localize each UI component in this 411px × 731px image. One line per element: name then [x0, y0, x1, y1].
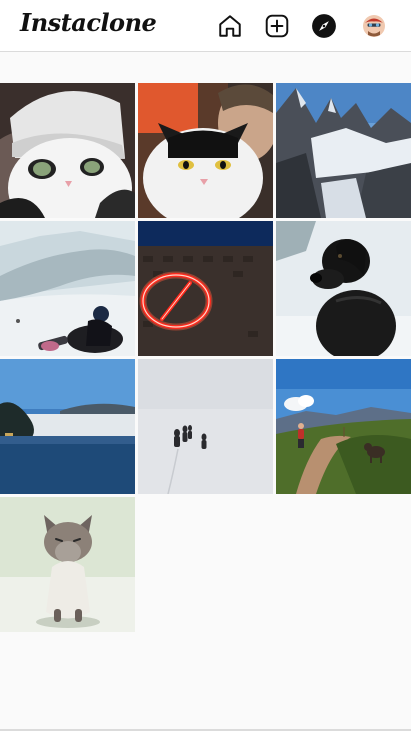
nav-icons: [215, 11, 391, 41]
post-thumbnail[interactable]: [276, 83, 411, 218]
top-bar: Instaclone: [0, 0, 411, 52]
post-thumbnail[interactable]: [0, 221, 135, 356]
new-post-icon[interactable]: [262, 11, 292, 41]
post-thumbnail[interactable]: [138, 83, 273, 218]
post-thumbnail[interactable]: [0, 359, 135, 494]
post-thumbnail[interactable]: [276, 359, 411, 494]
post-thumbnail[interactable]: [276, 221, 411, 356]
home-icon[interactable]: [215, 11, 245, 41]
post-thumbnail[interactable]: [0, 83, 135, 218]
explore-compass-icon[interactable]: [309, 11, 339, 41]
post-thumbnail[interactable]: [138, 221, 273, 356]
app-logo[interactable]: Instaclone: [20, 8, 157, 37]
post-thumbnail[interactable]: [0, 497, 135, 632]
post-thumbnail[interactable]: [138, 359, 273, 494]
profile-avatar[interactable]: [359, 11, 389, 41]
